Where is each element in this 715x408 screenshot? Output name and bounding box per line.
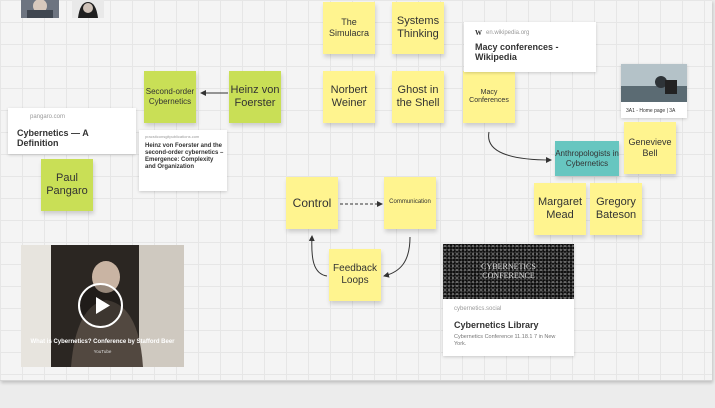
- card-thumbnail: [621, 64, 687, 102]
- sticky-text: Control: [292, 195, 332, 210]
- card-title: Heinz von Foerster and the second-order …: [145, 143, 224, 170]
- link-card-anu[interactable]: 3A1 - Home page | 3A: [621, 64, 687, 118]
- card-label: 3A1 - Home page | 3A: [626, 108, 676, 114]
- card-image: CYBERNETICS CONFERENCE: [443, 244, 574, 299]
- sticky-note-norbert-weiner[interactable]: Norbert Weiner: [323, 71, 375, 123]
- sticky-text: Paul Pangaro: [46, 171, 88, 197]
- sticky-text: Second-order Cybernetics: [145, 87, 195, 106]
- sticky-note-macy-conferences[interactable]: Macy Conferences: [463, 71, 515, 123]
- card-source: cybernetics.social: [454, 306, 502, 312]
- sticky-text: Norbert Weiner: [330, 83, 368, 109]
- link-card-wikipedia[interactable]: W en.wikipedia.org Macy conferences - Wi…: [464, 22, 596, 72]
- sticky-note-gregory-bateson[interactable]: Gregory Bateson: [590, 183, 642, 235]
- sticky-text: Macy Conferences: [469, 88, 509, 104]
- play-icon[interactable]: [78, 283, 123, 328]
- sticky-text: Gregory Bateson: [595, 195, 637, 221]
- sticky-text: Anthropologists in Cybernetics: [555, 148, 619, 168]
- sticky-text: Margaret Mead: [537, 195, 583, 221]
- arrow-feedback-to-control: [308, 235, 328, 277]
- card-source: en.wikipedia.org: [486, 30, 530, 36]
- card-description: Cybernetics Conference 11.18.1 7 in New …: [454, 334, 556, 347]
- arrow-macy-to-anthropologists: [488, 131, 552, 163]
- card-source: pangaro.com: [30, 114, 66, 120]
- sticky-note-heinz-von-foerster[interactable]: Heinz von Foerster: [229, 71, 281, 123]
- sticky-note-anthropologists-in-cybernetics[interactable]: Anthropologists in Cybernetics: [555, 141, 619, 176]
- sticky-note-ghost-in-the-shell[interactable]: Ghost in the Shell: [392, 71, 444, 123]
- sticky-text: Communication: [389, 199, 431, 206]
- sticky-note-margaret-mead[interactable]: Margaret Mead: [534, 183, 586, 235]
- card-title: Cybernetics Library: [454, 320, 539, 330]
- card-title: Cybernetics — A Definition: [17, 128, 89, 149]
- sticky-text: Systems Thinking: [396, 14, 440, 40]
- card-title: Macy conferences - Wikipedia: [475, 42, 559, 63]
- video-title: What is Cybernetics? Conference by Staff…: [30, 339, 175, 345]
- sticky-note-paul-pangaro[interactable]: Paul Pangaro: [41, 159, 93, 211]
- sticky-note-control[interactable]: Control: [286, 177, 338, 229]
- video-embed[interactable]: What is Cybernetics? Conference by Staff…: [21, 245, 184, 367]
- play-triangle: [96, 297, 110, 314]
- sticky-text: Genevieve Bell: [628, 137, 672, 158]
- sticky-note-genevieve-bell[interactable]: Genevieve Bell: [624, 122, 676, 174]
- link-card-foerster-article[interactable]: pracsticonsgitpublications.com Heinz von…: [139, 130, 227, 191]
- wikipedia-icon: W: [475, 29, 482, 37]
- sticky-note-communication[interactable]: Communication: [384, 177, 436, 229]
- sticky-note-systems-thinking[interactable]: Systems Thinking: [392, 2, 444, 54]
- sticky-note-simulacra[interactable]: The Simulacra: [323, 2, 375, 54]
- link-card-cybernetics-library[interactable]: CYBERNETICS CONFERENCE cybernetics.socia…: [443, 244, 574, 356]
- sticky-text: Ghost in the Shell: [396, 83, 440, 109]
- card-source: pracsticonsgitpublications.com: [145, 134, 200, 139]
- sticky-text: Feedback Loops: [333, 263, 377, 286]
- sticky-text: The Simulacra: [328, 17, 369, 38]
- sticky-text: Heinz von Foerster: [230, 83, 280, 109]
- arrow-communication-to-feedback: [383, 236, 411, 278]
- sticky-note-second-order-cybernetics[interactable]: Second-order Cybernetics: [144, 71, 196, 123]
- sticky-note-feedback-loops[interactable]: Feedback Loops: [329, 249, 381, 301]
- link-card-pangaro[interactable]: pangaro.com Cybernetics — A Definition: [8, 108, 136, 154]
- video-source: YouTube: [93, 349, 112, 354]
- card-image-text: CYBERNETICS CONFERENCE: [481, 261, 536, 280]
